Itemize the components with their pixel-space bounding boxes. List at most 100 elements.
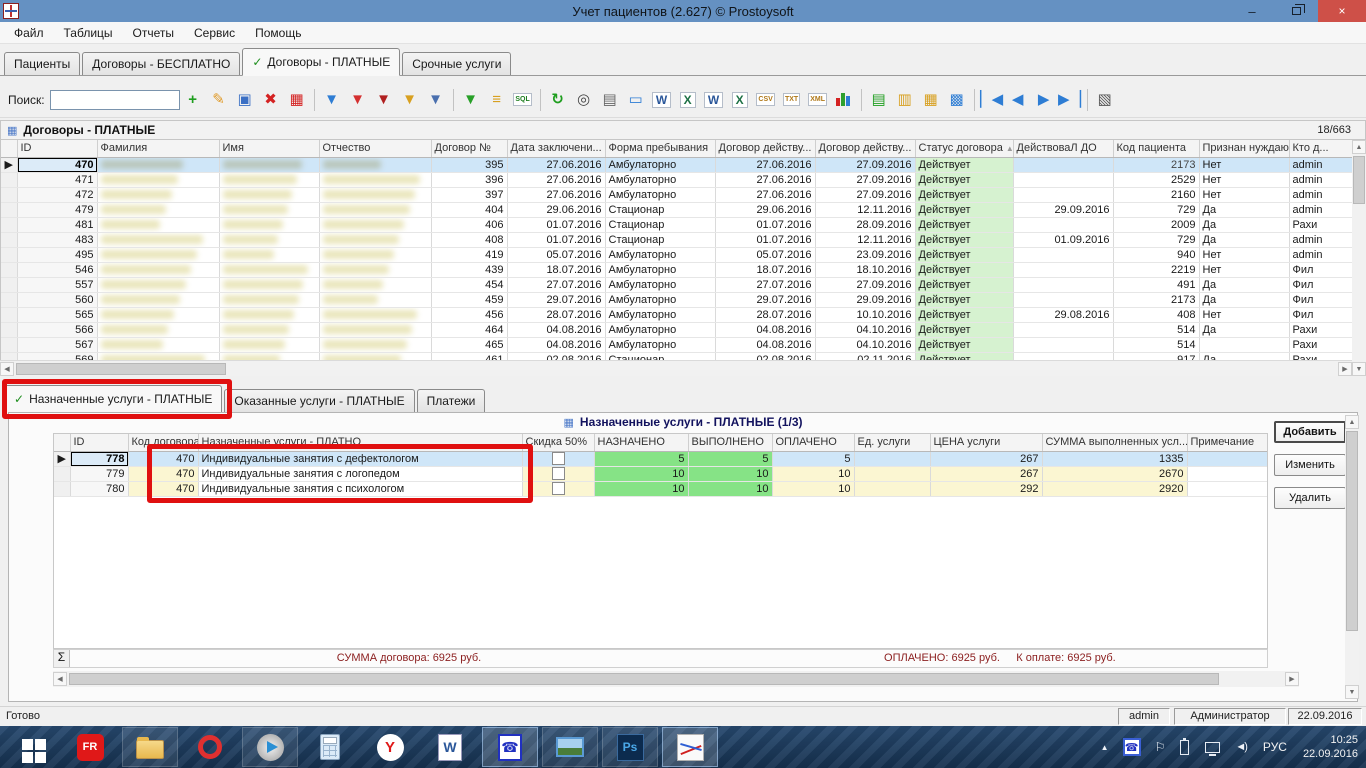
menu-service[interactable]: Сервис	[184, 23, 245, 43]
column-header-note[interactable]: Примечание	[1187, 434, 1268, 451]
nav-prev-icon[interactable]: ◀	[1005, 87, 1031, 113]
grid-settings-icon[interactable]: ▦	[918, 87, 944, 113]
clock[interactable]: 10:25 22.09.2016	[1303, 733, 1358, 761]
column-header-unit[interactable]: Ед. услуги	[854, 434, 930, 451]
send-word-icon[interactable]: W	[701, 87, 727, 113]
export-word-icon[interactable]: W	[649, 87, 675, 113]
add-button[interactable]: Добавить	[1274, 421, 1346, 443]
search-input[interactable]	[50, 90, 180, 110]
table-row[interactable]: 48140601.07.2016Стационар01.07.201628.09…	[1, 217, 1352, 232]
column-header-valid_to[interactable]: Договор действу...	[815, 140, 915, 157]
tray-phone-icon[interactable]: ☎	[1123, 738, 1141, 756]
chart-icon[interactable]	[831, 87, 857, 113]
column-header-contract_no[interactable]: Договор №	[431, 140, 507, 157]
delete-all-records-icon[interactable]: ▦	[284, 87, 310, 113]
column-header-id[interactable]: ID	[70, 434, 128, 451]
discount-checkbox[interactable]	[552, 482, 565, 495]
scroll-thumb[interactable]	[1346, 431, 1358, 631]
lower-vertical-scrollbar[interactable]: ▲ ▼	[1345, 415, 1359, 699]
volume-icon[interactable]: ◄)	[1235, 741, 1246, 753]
column-header-acted_until[interactable]: ДействоваЛ ДО	[1013, 140, 1113, 157]
export-xml-icon[interactable]: XML	[805, 87, 831, 113]
menu-reports[interactable]: Отчеты	[123, 23, 184, 43]
table-row[interactable]: 779470Индивидуальные занятия с логопедом…	[54, 466, 1268, 481]
column-header-price[interactable]: ЦЕНА услуги	[930, 434, 1042, 451]
scroll-down-icon[interactable]: ▼	[1352, 362, 1366, 376]
scroll-right-icon[interactable]: ▶	[1338, 362, 1352, 376]
column-header-needs_care[interactable]: Признан нуждаю...	[1199, 140, 1289, 157]
table-row[interactable]: 56646404.08.2016Амбулаторно04.08.201604.…	[1, 322, 1352, 337]
export-txt-icon[interactable]: TXT	[779, 87, 805, 113]
filter-tree-icon[interactable]: ≡	[484, 87, 510, 113]
table-row[interactable]: 49541905.07.2016Амбулаторно05.07.201623.…	[1, 247, 1352, 262]
delete-button[interactable]: Удалить	[1274, 487, 1346, 509]
column-header-contract_code[interactable]: Код договора	[128, 434, 198, 451]
nav-last-icon[interactable]: ▶▕	[1057, 87, 1083, 113]
tab-payments[interactable]: Платежи	[417, 389, 486, 412]
flag-icon[interactable]: ⚐	[1155, 740, 1166, 754]
column-header-id[interactable]: ID	[17, 140, 97, 157]
scroll-right-icon[interactable]: ▶	[1285, 672, 1299, 686]
export-excel-icon[interactable]: X	[675, 87, 701, 113]
taskbar-phone-app-icon[interactable]: ☎	[482, 727, 538, 767]
scroll-down-icon[interactable]: ▼	[1345, 685, 1359, 699]
grid-export-icon[interactable]: ▩	[944, 87, 970, 113]
column-settings-icon[interactable]: ▥	[892, 87, 918, 113]
column-header-discount[interactable]: Скидка 50%	[522, 434, 594, 451]
table-row[interactable]: 47239727.06.2016Амбулаторно27.06.201627.…	[1, 187, 1352, 202]
taskbar-start-button[interactable]	[2, 727, 58, 767]
taskbar-yandex-browser-icon[interactable]: Y	[362, 727, 418, 767]
table-row[interactable]: 55745427.07.2016Амбулаторно27.07.201627.…	[1, 277, 1352, 292]
battery-icon[interactable]	[1180, 740, 1189, 755]
table-row[interactable]: 56545628.07.2016Амбулаторно28.07.201610.…	[1, 307, 1352, 322]
tab-contracts-paid[interactable]: ✓Договоры - ПЛАТНЫЕ	[242, 48, 400, 76]
scroll-thumb[interactable]	[1353, 156, 1365, 204]
column-header-total[interactable]: СУММА выполненных усл...▲	[1042, 434, 1187, 451]
tray-expand-icon[interactable]: ▲	[1101, 743, 1109, 752]
column-header-valid_from[interactable]: Договор действу...	[715, 140, 815, 157]
sql-filter-icon[interactable]: SQL	[510, 87, 536, 113]
minimize-button[interactable]: –	[1230, 0, 1274, 22]
menu-tables[interactable]: Таблицы	[54, 23, 123, 43]
column-header-service[interactable]: Назначенные услуги - ПЛАТНО	[198, 434, 522, 451]
lower-horizontal-scrollbar[interactable]: ◀ ▶	[53, 671, 1299, 687]
filter-add-icon[interactable]: ▼	[319, 87, 345, 113]
column-header-paid[interactable]: ОПЛАЧЕНО	[772, 434, 854, 451]
column-header-middlename[interactable]: Отчество	[319, 140, 431, 157]
column-header-firstname[interactable]: Имя	[219, 140, 319, 157]
column-header-patient_code[interactable]: Код пациента	[1113, 140, 1199, 157]
column-header-stay_form[interactable]: Форма пребывания	[605, 140, 715, 157]
table-row[interactable]: ▶778470Индивидуальные занятия с дефектол…	[54, 451, 1268, 466]
tab-assigned-services-paid[interactable]: ✓Назначенные услуги - ПЛАТНЫЕ	[4, 385, 222, 413]
tab-urgent-services[interactable]: Срочные услуги	[402, 52, 511, 75]
tab-contracts-free[interactable]: Договоры - БЕСПЛАТНО	[82, 52, 240, 75]
taskbar-calculator-icon[interactable]	[302, 727, 358, 767]
table-row[interactable]: 47940429.06.2016Стационар29.06.201612.11…	[1, 202, 1352, 217]
nav-first-icon[interactable]: ▏◀	[979, 87, 1005, 113]
column-header-marker[interactable]	[1, 140, 17, 157]
table-row[interactable]: 56946102.08.2016Стационар02.08.201602.11…	[1, 352, 1352, 360]
scroll-up-icon[interactable]: ▲	[1352, 140, 1366, 154]
tab-patients[interactable]: Пациенты	[4, 52, 80, 75]
table-row[interactable]: 54643918.07.2016Амбулаторно18.07.201618.…	[1, 262, 1352, 277]
close-button[interactable]: ×	[1318, 0, 1366, 22]
export-csv-icon[interactable]: CSV	[753, 87, 779, 113]
refresh-icon[interactable]: ↻	[545, 87, 571, 113]
network-icon[interactable]	[1205, 742, 1220, 753]
scroll-left-icon[interactable]: ◀	[0, 362, 14, 376]
print-icon[interactable]: ▤	[597, 87, 623, 113]
scroll-thumb[interactable]	[16, 363, 226, 375]
scroll-thumb[interactable]	[69, 673, 1219, 685]
tab-rendered-services-paid[interactable]: Оказанные услуги - ПЛАТНЫЕ	[224, 389, 414, 412]
table-row[interactable]: 56045929.07.2016Амбулаторно29.07.201629.…	[1, 292, 1352, 307]
nav-next-icon[interactable]: ▶	[1031, 87, 1057, 113]
filter-show-icon[interactable]: ▼	[458, 87, 484, 113]
table-row[interactable]: 48340801.07.2016Стационар01.07.201612.11…	[1, 232, 1352, 247]
upper-horizontal-scrollbar[interactable]: ◀ ▶	[0, 360, 1352, 376]
taskbar-media-player-icon[interactable]	[242, 727, 298, 767]
table-row[interactable]: 47139627.06.2016Амбулаторно27.06.201627.…	[1, 172, 1352, 187]
discount-checkbox[interactable]	[552, 452, 565, 465]
image-export-icon[interactable]: ▧	[1092, 87, 1118, 113]
table-row[interactable]: 780470Индивидуальные занятия с психолого…	[54, 481, 1268, 496]
filter-save-icon[interactable]: ▼	[423, 87, 449, 113]
